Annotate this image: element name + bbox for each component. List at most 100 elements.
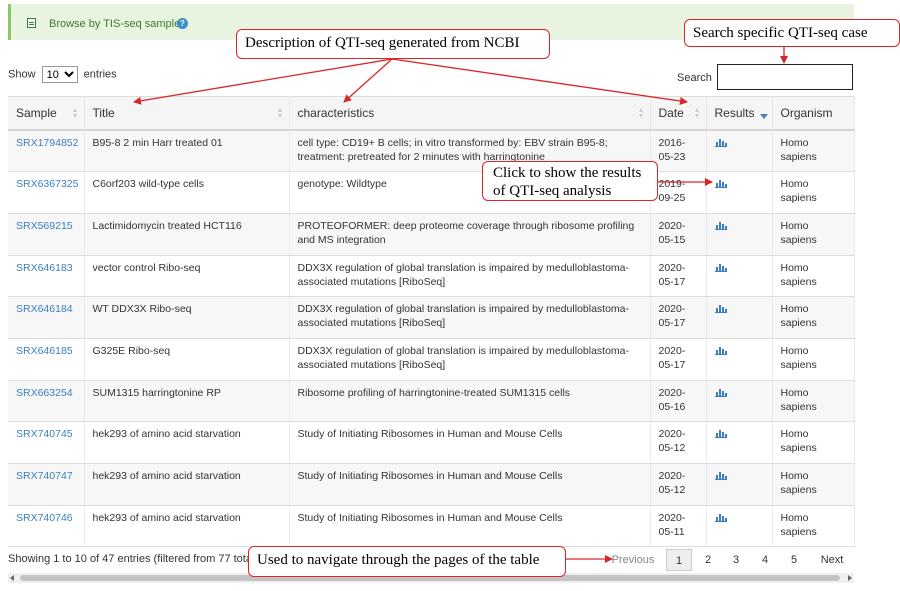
annotation-search: Search specific QTI-seq case [684,19,900,47]
search-input[interactable] [717,64,853,90]
sample-link[interactable]: SRX646184 [16,303,73,315]
date-year: 2020- [658,511,686,524]
page-size-control: Show 10 entries [8,66,117,83]
bar-chart-icon[interactable] [714,179,727,189]
column-label: Title [92,106,115,120]
table-row: SRX646185 G325E Ribo-seq DDX3X regulatio… [8,338,855,381]
cell-date: 2020- 05-17 [650,296,707,339]
table-row: SRX740745 hek293 of amino acid starvatio… [8,421,855,464]
cell-results [706,171,773,214]
cell-sample[interactable]: SRX646184 [8,296,85,339]
organism-genus: Homo [780,303,809,316]
page-1-button[interactable]: 1 [666,549,692,571]
cell-date: 2020- 05-16 [650,380,707,423]
cell-sample[interactable]: SRX663254 [8,380,85,423]
cell-title: B95-8 2 min Harr treated 01 [84,130,290,173]
bar-chart-icon[interactable] [714,304,727,314]
cell-sample[interactable]: SRX740746 [8,505,85,548]
cell-organism: Homo sapiens [772,130,855,173]
page-size-select[interactable]: 10 [41,66,78,83]
organism-genus: Homo [780,261,809,274]
samples-table: Sample Title characteristics Date Result… [8,96,855,548]
cell-sample[interactable]: SRX6367325 [8,171,85,214]
column-header-organism[interactable]: Organism [772,96,855,131]
table-row: SRX569215 Lactimidomycin treated HCT116 … [8,213,855,256]
column-header-title[interactable]: Title [84,96,290,131]
next-page-button[interactable]: Next [812,549,852,571]
cell-sample[interactable]: SRX740747 [8,463,85,506]
cell-date: 2020- 05-17 [650,255,707,298]
bar-chart-icon[interactable] [714,346,727,355]
column-header-sample[interactable]: Sample [8,96,85,131]
column-header-date[interactable]: Date [650,96,707,131]
column-header-characteristics[interactable]: characteristics [289,96,651,131]
cell-results [706,421,773,464]
column-header-results[interactable]: Results [706,96,773,131]
page-2-button[interactable]: 2 [696,549,720,571]
sort-icon [72,108,78,118]
cell-title: WT DDX3X Ribo-seq [84,296,290,339]
organism-genus: Homo [780,219,809,232]
question-circle-icon[interactable]: ? [177,18,188,29]
date-monthday: 09-25 [658,192,686,205]
organism-genus: Homo [780,386,809,399]
cell-characteristics: DDX3X regulation of global translation i… [289,338,651,381]
annotation-results-line1: Click to show the results [493,165,642,181]
bar-chart-icon[interactable] [714,138,727,147]
column-label: Date [658,106,684,120]
sample-link[interactable]: SRX740745 [16,428,73,440]
cell-sample[interactable]: SRX1794852 [8,130,85,173]
date-monthday: 05-11 [658,525,685,538]
cell-title: Lactimidomycin treated HCT116 [84,213,290,256]
bar-chart-icon[interactable] [714,263,727,272]
cell-characteristics: PROTEOFORMER: deep proteome coverage thr… [289,213,651,256]
date-monthday: 05-17 [658,275,686,288]
cell-characteristics: DDX3X regulation of global translation i… [289,296,651,339]
cell-sample[interactable]: SRX646183 [8,255,85,298]
cell-date: 2020- 05-17 [650,338,707,381]
sort-desc-icon [759,114,768,119]
cell-sample[interactable]: SRX646185 [8,338,85,381]
bar-chart-icon[interactable] [714,221,727,230]
cell-organism: Homo sapiens [772,380,855,423]
bar-chart-icon[interactable] [714,513,727,522]
banner-title: Browse by TIS-seq samples [49,18,186,30]
cell-results [706,130,773,173]
column-label: characteristics [297,106,375,120]
sample-link[interactable]: SRX6367325 [16,178,78,190]
table-row: SRX646184 WT DDX3X Ribo-seq DDX3X regula… [8,296,855,339]
scroll-left-icon[interactable] [10,575,14,581]
page-3-button[interactable]: 3 [724,549,748,571]
date-monthday: 05-12 [658,484,686,496]
sample-link[interactable]: SRX1794852 [16,137,78,149]
cell-organism: Homo sapiens [772,171,855,214]
organism-genus: Homo [780,178,809,191]
cell-sample[interactable]: SRX740745 [8,421,85,464]
cell-sample[interactable]: SRX569215 [8,213,85,256]
sample-link[interactable]: SRX740747 [16,470,73,482]
bar-chart-icon[interactable] [714,471,727,480]
bar-chart-icon[interactable] [714,429,727,439]
page-5-button[interactable]: 5 [782,549,806,571]
cell-results [706,338,773,381]
table-info: Showing 1 to 10 of 47 entries (filtered … [8,553,255,565]
bar-chart-icon[interactable] [714,388,727,397]
date-monthday: 05-15 [658,233,686,246]
cell-results [706,296,773,339]
previous-page-button[interactable]: Previous [600,549,666,571]
sample-link[interactable]: SRX646185 [16,345,73,357]
date-monthday: 05-17 [658,358,686,371]
date-year: 2020- [658,428,686,441]
cell-title: G325E Ribo-seq [84,338,290,381]
cell-characteristics: Study of Initiating Ribosomes in Human a… [289,421,651,464]
sample-link[interactable]: SRX663254 [16,387,73,399]
cell-organism: Homo sapiens [772,296,855,339]
page-4-button[interactable]: 4 [753,549,777,571]
sample-link[interactable]: SRX646183 [16,262,73,274]
column-label: Organism [780,106,833,120]
cell-results [706,505,773,548]
organism-species: sapiens [780,192,817,205]
sample-link[interactable]: SRX569215 [16,220,73,232]
scroll-right-icon[interactable] [848,575,852,581]
sample-link[interactable]: SRX740746 [16,512,73,524]
